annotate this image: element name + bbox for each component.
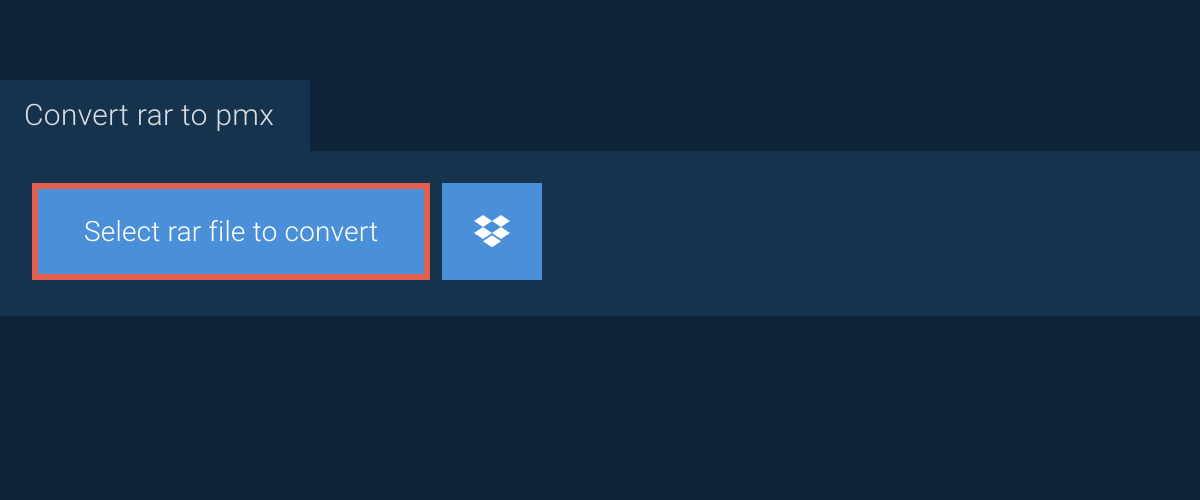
dropbox-button[interactable] <box>442 183 542 280</box>
tab-convert[interactable]: Convert rar to pmx <box>0 80 310 151</box>
select-file-button[interactable]: Select rar file to convert <box>32 183 430 280</box>
convert-panel: Select rar file to convert <box>0 151 1200 316</box>
dropbox-icon <box>474 212 510 252</box>
tab-title: Convert rar to pmx <box>24 98 274 133</box>
button-row: Select rar file to convert <box>32 183 1168 280</box>
select-file-label: Select rar file to convert <box>84 215 378 248</box>
